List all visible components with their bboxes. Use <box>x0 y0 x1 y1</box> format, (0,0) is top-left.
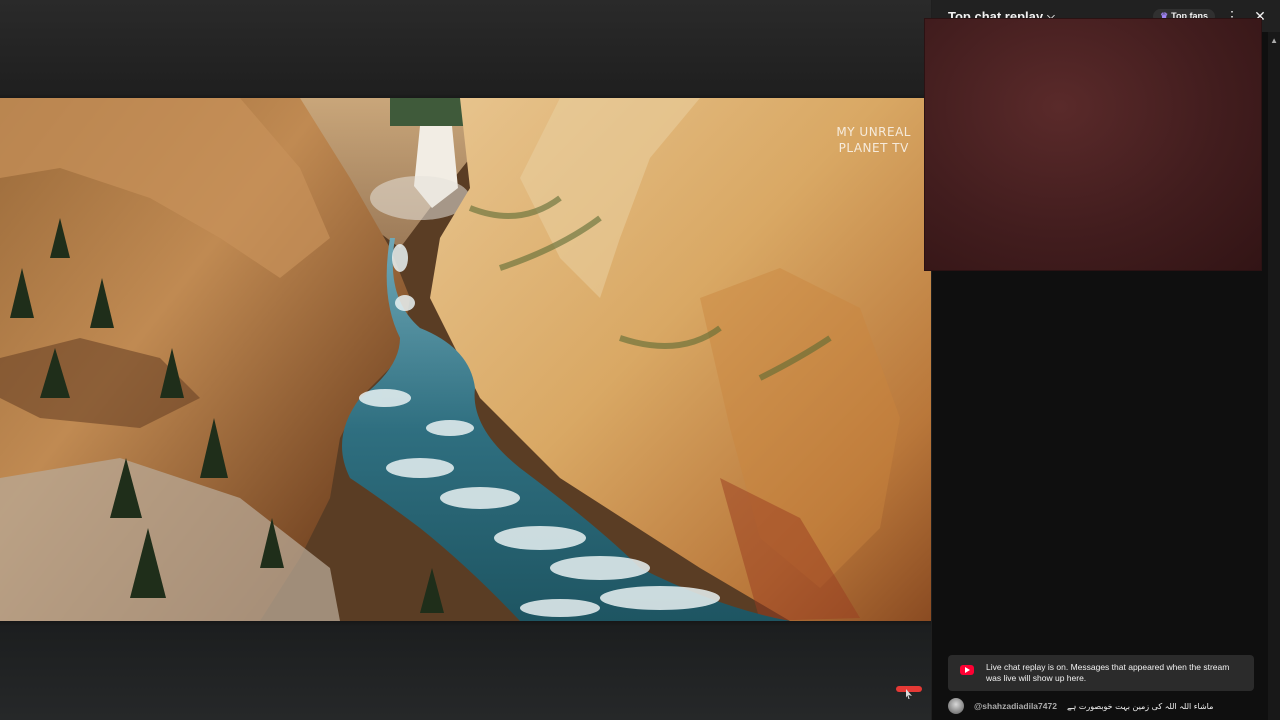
youtube-logo-icon <box>960 665 974 675</box>
live-indicator[interactable] <box>896 686 922 692</box>
watermark-line2: PLANET TV <box>838 141 909 155</box>
live-chat-panel: Top chat replay ⌵ ♛ Top fans ⋮ ✕ ▲ Live … <box>924 0 1280 720</box>
chat-message[interactable]: @shahzadiadila7472 ماشاء اللہ اللہ کی زم… <box>948 697 1268 715</box>
overlay-panel <box>924 18 1262 271</box>
chat-replay-notice: Live chat replay is on. Messages that ap… <box>948 655 1254 691</box>
scroll-up-icon[interactable]: ▲ <box>1270 36 1278 45</box>
channel-watermark: MY UNREAL PLANET TV <box>836 124 911 156</box>
video-frame[interactable]: MY UNREAL PLANET TV <box>0 98 931 621</box>
notice-text: Live chat replay is on. Messages that ap… <box>986 662 1230 683</box>
canyon-scene-image <box>0 98 931 621</box>
chat-scrollbar[interactable] <box>1268 32 1280 720</box>
watermark-line1: MY UNREAL <box>836 125 911 139</box>
avatar[interactable] <box>948 698 964 714</box>
video-player[interactable]: MY UNREAL PLANET TV <box>0 0 931 720</box>
message-author[interactable]: @shahzadiadila7472 <box>974 701 1057 711</box>
message-text: ماشاء اللہ اللہ کی زمین بہت خوبصورت ہے <box>1066 701 1214 711</box>
